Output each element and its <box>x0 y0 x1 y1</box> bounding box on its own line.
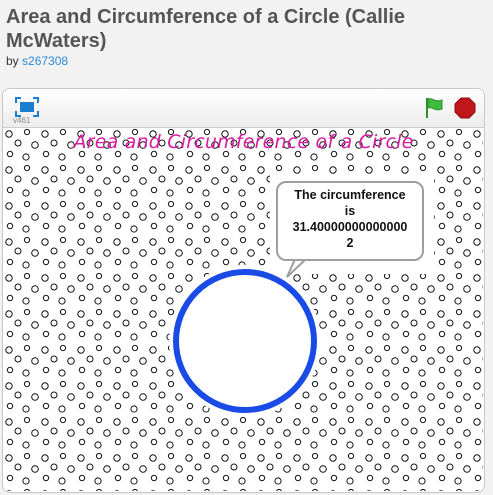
blue-circle <box>173 269 317 413</box>
bubble-line-3: 31.40000000000000 <box>292 220 408 234</box>
bubble-line-4: 2 <box>346 236 354 250</box>
green-flag-button[interactable] <box>423 97 445 119</box>
player-controls: v461 <box>3 89 484 128</box>
bubble-line-1: The circumference <box>294 188 406 202</box>
project-title: Area and Circumference of a Circle (Call… <box>6 6 406 52</box>
green-flag-icon <box>426 98 443 118</box>
speech-bubble: The circumference is 31.40000000000000 2 <box>276 181 424 261</box>
version-label: v461 <box>13 116 31 125</box>
fullscreen-icon <box>15 97 39 117</box>
byline: by s267308 <box>6 54 68 68</box>
byline-label: by <box>6 54 19 68</box>
stop-sign-icon <box>454 97 476 119</box>
bubble-line-2: is <box>344 204 356 218</box>
fullscreen-button[interactable] <box>15 97 39 117</box>
author-link[interactable]: s267308 <box>22 54 68 68</box>
stop-button[interactable] <box>454 97 476 119</box>
stage[interactable]: Area and Circumference of a Circle The c… <box>4 128 483 491</box>
stage-title: Area and Circumference of a Circle <box>73 131 414 153</box>
scratch-player: v461 Area and Circumference of a Circle … <box>2 88 485 493</box>
